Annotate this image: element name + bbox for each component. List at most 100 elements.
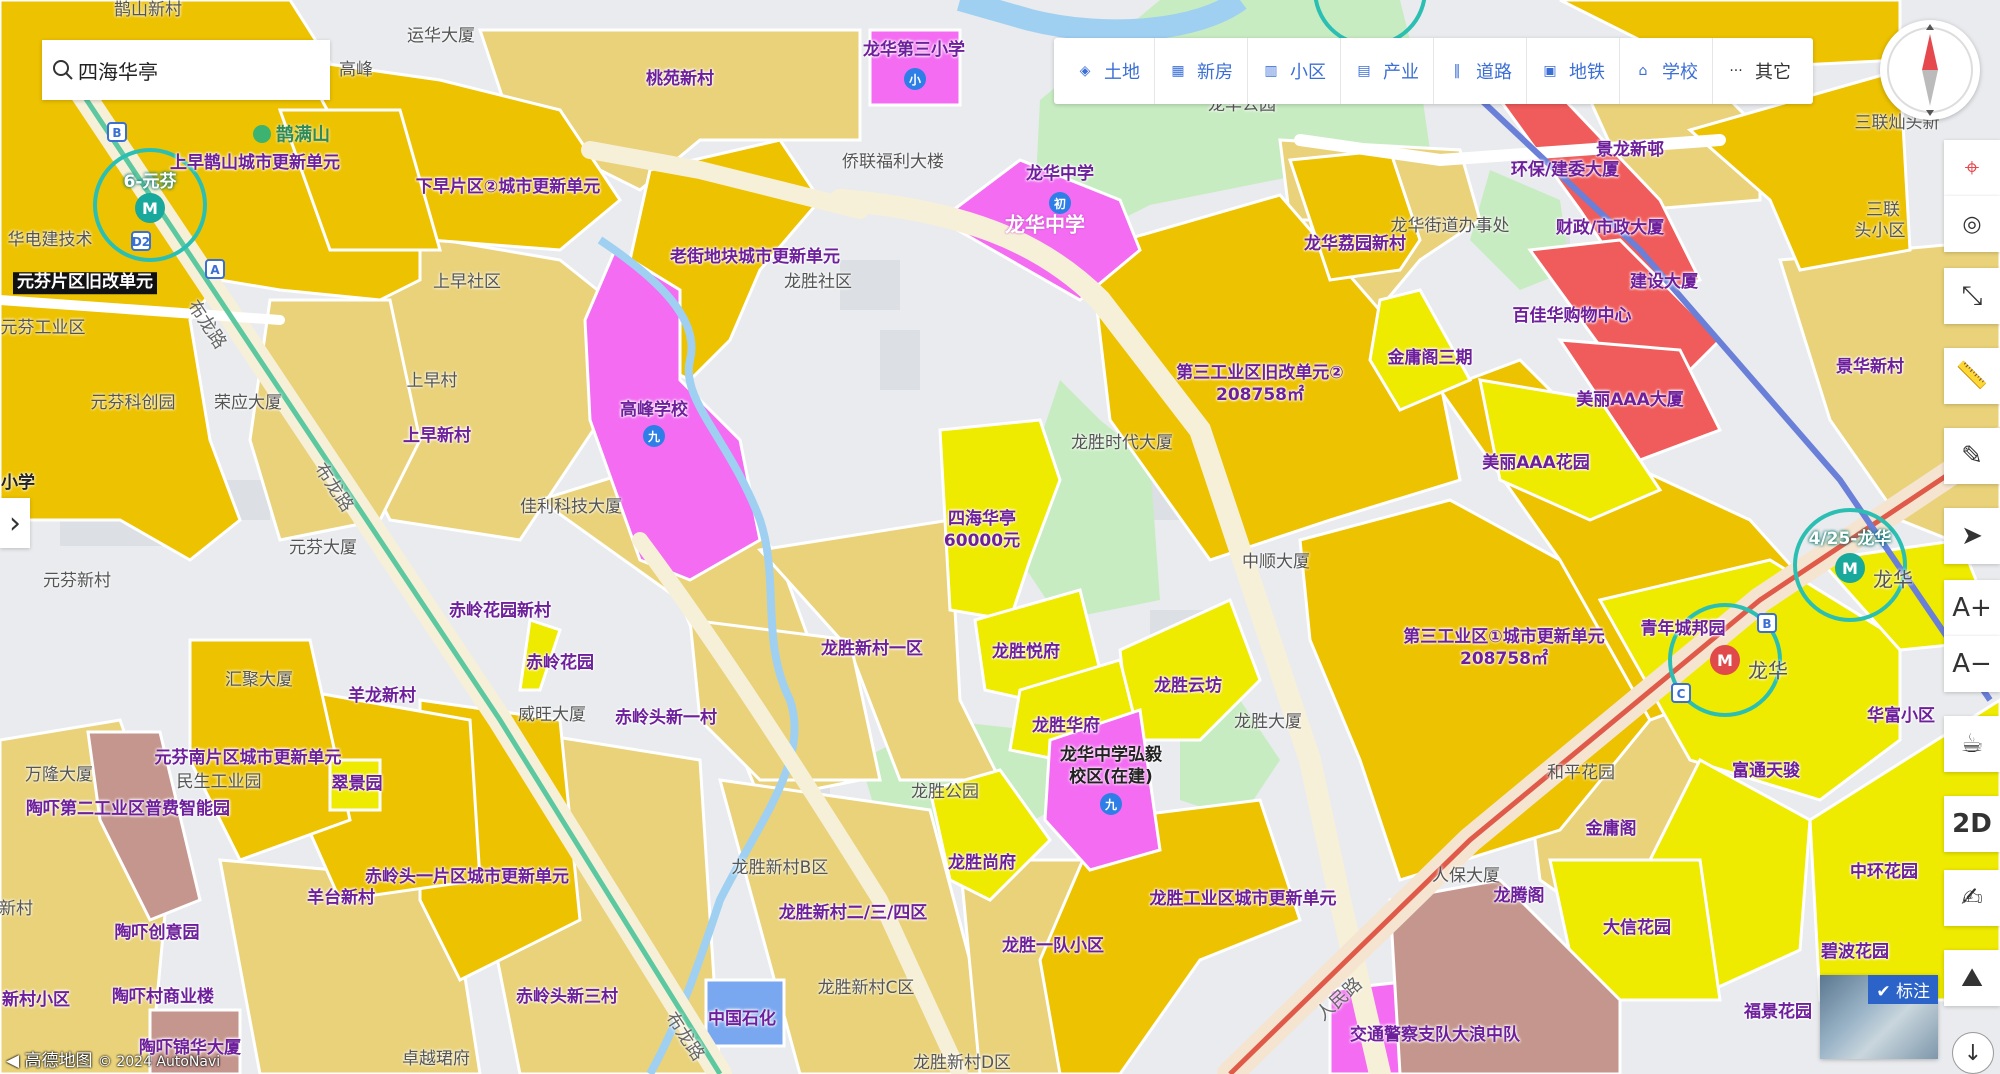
- metro-icon: ▣: [1543, 63, 1557, 79]
- plot-label[interactable]: 碧波花园: [1821, 943, 1889, 963]
- plot-label[interactable]: 上早鹊山城市更新单元: [170, 154, 340, 174]
- plot-label[interactable]: 元芬南片区城市更新单元: [155, 749, 342, 769]
- layer-industry[interactable]: ▤ 产业: [1341, 38, 1434, 104]
- terrain-button[interactable]: ⛰: [1944, 950, 2000, 1006]
- svg-text:初: 初: [1054, 196, 1066, 211]
- plot-label[interactable]: 福景花园: [1744, 1003, 1812, 1023]
- plot-label[interactable]: 中环花园: [1850, 863, 1918, 883]
- plot-label[interactable]: 龙胜悦府: [992, 643, 1060, 663]
- layer-road[interactable]: ‖ 道路: [1434, 38, 1527, 104]
- plot-label[interactable]: 龙胜新村二/三/四区: [779, 904, 927, 924]
- plot-label[interactable]: 华富小区: [1867, 707, 1935, 727]
- plot-label[interactable]: 金庸阁三期: [1388, 349, 1473, 369]
- plot-label[interactable]: 赤岭头一片区城市更新单元: [365, 868, 569, 888]
- station-label[interactable]: 4/25-龙华: [1809, 530, 1892, 550]
- plot-label[interactable]: 龙胜云坊: [1154, 677, 1222, 697]
- plot-label[interactable]: 龙胜工业区城市更新单元: [1150, 890, 1337, 910]
- plot-label[interactable]: 上早新村: [403, 427, 471, 447]
- plot-label[interactable]: 龙胜尚府: [948, 854, 1016, 874]
- plot-label[interactable]: 高峰学校: [620, 401, 688, 421]
- font-decrease-button[interactable]: A−: [1944, 636, 2000, 692]
- font-increase-button[interactable]: A+: [1944, 580, 2000, 636]
- plot-label[interactable]: 龙华第三小学: [863, 41, 965, 61]
- plot-label[interactable]: 第三工业区①城市更新单元: [1403, 628, 1604, 648]
- compass[interactable]: [1880, 20, 1980, 120]
- plot-label[interactable]: 208758㎡: [1460, 650, 1548, 670]
- plot-label[interactable]: 建设大厦: [1630, 273, 1698, 293]
- plot-label[interactable]: 第三工业区旧改单元②: [1176, 364, 1343, 384]
- plot-label[interactable]: 校区(在建): [1069, 768, 1153, 788]
- plot-label[interactable]: 龙腾阁: [1494, 887, 1545, 907]
- plot-label[interactable]: 百佳华购物中心: [1513, 307, 1632, 327]
- layer-metro[interactable]: ▣ 地铁: [1527, 38, 1620, 104]
- plot-label[interactable]: 赤岭头新三村: [516, 988, 618, 1008]
- place-label: 侨联福利大楼: [842, 152, 944, 173]
- plot-label[interactable]: 下早片区②城市更新单元: [416, 178, 600, 198]
- plot-label[interactable]: 赤岭头新一村: [615, 709, 717, 729]
- place-label: 龙胜时代大厦: [1071, 433, 1173, 454]
- plot-label[interactable]: 陶吓第二工业区普费智能园: [26, 800, 230, 820]
- font-decrease-icon: A−: [1952, 649, 1992, 679]
- layer-land[interactable]: ◈ 土地: [1062, 38, 1155, 104]
- plot-label[interactable]: 大信花园: [1603, 919, 1671, 939]
- plot-label[interactable]: 老街地块城市更新单元: [670, 248, 840, 268]
- draw-button[interactable]: ✎: [1944, 428, 2000, 484]
- fullscreen-button[interactable]: ⤡: [1944, 268, 2000, 324]
- place-label: 龙胜公园: [911, 782, 979, 803]
- plot-label[interactable]: 赤岭花园新村: [449, 602, 551, 622]
- plot-label[interactable]: 赤岭花园: [526, 654, 594, 674]
- plot-label[interactable]: 景华新村: [1836, 358, 1904, 378]
- plot-label[interactable]: 陶吓创意园: [115, 924, 200, 944]
- plot-label[interactable]: 龙胜华府: [1032, 717, 1100, 737]
- plot-label[interactable]: 美丽AAA大厦: [1576, 391, 1683, 411]
- street-view-button[interactable]: ◎: [1944, 196, 2000, 252]
- annotation-checkbox[interactable]: ✔ 标注: [1868, 975, 1938, 1004]
- plot-label[interactable]: 龙华中学弘毅: [1060, 746, 1162, 766]
- satellite-toggle[interactable]: ✔ 标注: [1820, 975, 1938, 1059]
- plot-label[interactable]: 财政/市政大厦: [1556, 219, 1664, 239]
- select-button[interactable]: ➤: [1944, 508, 2000, 564]
- layer-new-house[interactable]: ▦ 新房: [1155, 38, 1248, 104]
- expand-panel-button[interactable]: ›: [0, 498, 30, 548]
- font-increase-icon: A+: [1952, 593, 1992, 623]
- plot-label[interactable]: 羊台新村: [307, 889, 375, 909]
- plot-label[interactable]: 青年城邦园: [1641, 620, 1726, 640]
- plot-label[interactable]: 金庸阁: [1586, 820, 1637, 840]
- plot-label[interactable]: 龙华中学: [1005, 213, 1085, 237]
- plot-label[interactable]: 龙华荔园新村: [1304, 235, 1406, 255]
- plot-label[interactable]: 富通天骏: [1732, 762, 1800, 782]
- search-box[interactable]: [42, 40, 330, 100]
- plot-label[interactable]: 桃苑新村: [646, 70, 714, 90]
- check-icon: ✔: [1876, 982, 1891, 1002]
- view-mode-button[interactable]: 2D: [1944, 796, 2000, 852]
- layer-community[interactable]: ▥ 小区: [1248, 38, 1341, 104]
- plot-label[interactable]: 环保/建委大厦: [1511, 161, 1619, 181]
- station-label[interactable]: 6-元芬: [124, 173, 177, 193]
- svg-text:C: C: [1677, 687, 1686, 701]
- plot-label[interactable]: 四海华亭: [948, 510, 1016, 530]
- plot-label[interactable]: 翠景园: [332, 775, 383, 795]
- notes-button[interactable]: ✍: [1944, 870, 2000, 926]
- plot-label[interactable]: 中国石化: [708, 1010, 776, 1030]
- scroll-down-button[interactable]: ↓: [1952, 1032, 1994, 1074]
- plot-label[interactable]: 208758㎡: [1216, 386, 1304, 406]
- plot-label[interactable]: 陶吓村商业楼: [112, 988, 214, 1008]
- plot-label[interactable]: 新村小区: [2, 991, 70, 1011]
- plot-label[interactable]: 元芬片区旧改单元: [13, 272, 157, 294]
- layer-school[interactable]: ⌂ 学校: [1620, 38, 1713, 104]
- layer-more[interactable]: ··· 其它: [1713, 38, 1805, 104]
- plot-label[interactable]: 龙胜一队小区: [1002, 937, 1104, 957]
- plot-label[interactable]: 60000元: [944, 532, 1020, 552]
- measure-button[interactable]: 📏: [1944, 348, 2000, 404]
- collapse-icon: ⤡: [1961, 280, 1983, 311]
- search-input[interactable]: [76, 57, 320, 83]
- place-label: 龙华街道办事处: [1390, 216, 1510, 237]
- plot-label[interactable]: 交通警察支队大浪中队: [1350, 1026, 1520, 1046]
- plot-label[interactable]: 美丽AAA花园: [1482, 454, 1589, 474]
- plot-label[interactable]: 羊龙新村: [348, 687, 416, 707]
- plot-label[interactable]: 龙华中学: [1026, 165, 1094, 185]
- location-pin-button[interactable]: ⌖: [1944, 140, 2000, 196]
- plot-label[interactable]: 龙胜新村一区: [821, 640, 923, 660]
- plot-label[interactable]: 景龙新邨: [1596, 141, 1664, 161]
- layer-style-button[interactable]: ☕: [1944, 716, 2000, 772]
